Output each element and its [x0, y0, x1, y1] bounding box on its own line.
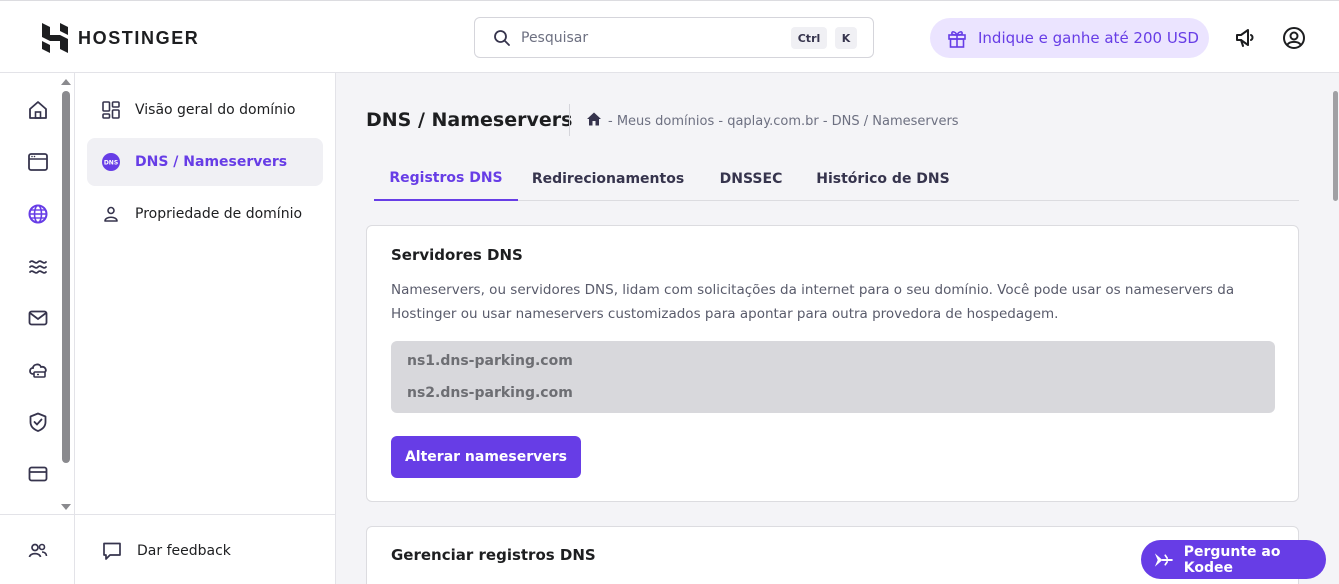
hostinger-logo[interactable]: HOSTINGER	[42, 23, 199, 53]
dashboard-icon	[102, 101, 120, 119]
subnav-item-label: Visão geral do domínio	[135, 102, 296, 118]
tab-dnssec[interactable]: DNSSEC	[702, 157, 800, 201]
breadcrumb-path[interactable]: - Meus domínios - qaplay.com.br - DNS / …	[608, 114, 959, 129]
team-icon[interactable]	[26, 539, 50, 563]
security-icon[interactable]	[26, 410, 50, 434]
search-input[interactable]	[521, 29, 771, 46]
search-box[interactable]: Ctrl K	[474, 17, 874, 58]
feedback-icon	[103, 542, 121, 560]
card-title: Gerenciar registros DNS	[391, 546, 596, 564]
account-icon[interactable]	[1281, 25, 1307, 51]
person-icon	[104, 206, 118, 222]
title-divider	[569, 104, 570, 136]
ask-kodee-button[interactable]: Pergunte ao Kodee	[1141, 540, 1326, 579]
billing-icon[interactable]	[26, 462, 50, 486]
referral-promo-button[interactable]: Indique e ganhe até 200 USD	[930, 18, 1209, 58]
domain-subnav: Visão geral do domínio DNS DNS / Nameser…	[75, 73, 336, 584]
dns-icon: DNS	[102, 153, 120, 171]
shortcut-k-badge: K	[835, 27, 857, 49]
promo-label: Indique e ganhe até 200 USD	[978, 29, 1199, 47]
rail-scroll-up-arrow[interactable]	[61, 79, 71, 85]
search-icon	[494, 29, 510, 46]
icon-rail	[0, 73, 75, 584]
gift-icon	[948, 31, 966, 48]
email-icon[interactable]	[26, 306, 50, 330]
home-breadcrumb-icon[interactable]	[586, 111, 602, 131]
breadcrumb: - Meus domínios - qaplay.com.br - DNS / …	[586, 111, 959, 131]
main-content: DNS / Nameservers - Meus domínios - qapl…	[336, 73, 1339, 584]
websites-icon[interactable]	[26, 150, 50, 174]
subnav-divider	[75, 514, 336, 515]
dns-servers-card: Servidores DNS Nameservers, ou servidore…	[366, 225, 1299, 502]
vps-icon[interactable]	[26, 358, 50, 382]
brand-name: HOSTINGER	[78, 27, 200, 48]
hostinger-logo-icon	[42, 23, 68, 53]
tab-dns-records[interactable]: Registros DNS	[374, 157, 518, 201]
kodee-label: Pergunte ao Kodee	[1183, 543, 1281, 576]
svg-text:DNS: DNS	[104, 160, 118, 167]
subnav-item-dns-nameservers[interactable]: DNS DNS / Nameservers	[87, 138, 323, 186]
rail-scroll-down-arrow[interactable]	[61, 504, 71, 510]
card-description: Nameservers, ou servidores DNS, lidam co…	[391, 282, 1235, 322]
subnav-item-domain-ownership[interactable]: Propriedade de domínio	[87, 190, 323, 238]
feedback-button[interactable]: Dar feedback	[87, 527, 323, 575]
change-nameservers-button[interactable]: Alterar nameservers	[391, 436, 581, 478]
rail-scrollbar[interactable]	[62, 91, 70, 463]
tab-redirects[interactable]: Redirecionamentos	[522, 157, 694, 201]
shortcut-ctrl-badge: Ctrl	[791, 27, 827, 49]
home-icon[interactable]	[26, 98, 50, 122]
top-header: HOSTINGER Ctrl K Indique e ganhe até 200…	[0, 0, 1339, 73]
subnav-item-label: Propriedade de domínio	[135, 206, 303, 222]
rail-divider	[0, 514, 75, 515]
page-title: DNS / Nameservers	[366, 109, 573, 131]
nameserver-list: ns1.dns-parking.com ns2.dns-parking.com	[391, 341, 1275, 413]
subnav-item-domain-overview[interactable]: Visão geral do domínio	[87, 86, 323, 134]
domains-icon[interactable]	[26, 202, 50, 226]
subnav-item-label: DNS / Nameservers	[135, 154, 288, 170]
card-title: Servidores DNS	[391, 246, 523, 264]
kodee-ai-icon	[1154, 552, 1173, 567]
main-scrollbar-thumb[interactable]	[1333, 91, 1338, 201]
nameserver-item: ns2.dns-parking.com	[407, 385, 573, 401]
feedback-label: Dar feedback	[137, 543, 231, 559]
dns-tabs: Registros DNS Redirecionamentos DNSSEC H…	[374, 157, 1299, 201]
announcement-icon[interactable]	[1233, 25, 1259, 51]
tab-dns-history[interactable]: Histórico de DNS	[808, 157, 958, 201]
hosting-icon[interactable]	[26, 254, 50, 278]
nameserver-item: ns1.dns-parking.com	[407, 353, 573, 369]
